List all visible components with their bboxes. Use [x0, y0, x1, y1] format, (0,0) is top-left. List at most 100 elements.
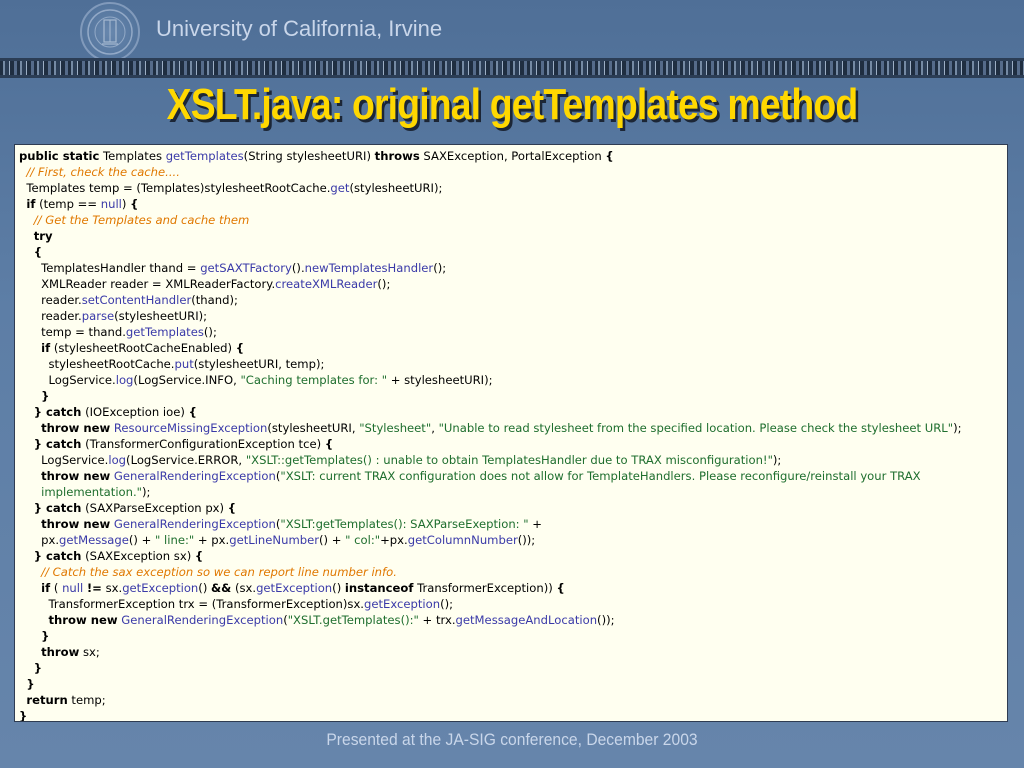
- code-token: null: [100, 197, 122, 211]
- code-token: stylesheetRootCache.: [19, 357, 175, 371]
- code-token: log: [108, 453, 127, 467]
- code-token: "Stylesheet": [359, 421, 432, 435]
- code-token: setContentHandler: [81, 293, 192, 307]
- code-token: // Catch the sax exception so we can rep…: [41, 565, 397, 579]
- code-line: px.getMessage() + " line:" + px.getLineN…: [19, 532, 1007, 548]
- code-token: throws: [374, 149, 420, 163]
- code-token: get: [330, 181, 350, 195]
- code-token: " line:": [155, 533, 195, 547]
- code-token: "Unable to read stylesheet from the spec…: [438, 421, 954, 435]
- code-line: return temp;: [19, 692, 1007, 708]
- code-token: sx;: [79, 645, 100, 659]
- code-token: } catch: [33, 549, 82, 563]
- code-token: return: [26, 693, 68, 707]
- code-token: } catch: [33, 405, 82, 419]
- code-token: public static: [19, 149, 100, 163]
- code-token: (SAXException sx): [81, 549, 195, 563]
- code-token: {: [605, 149, 614, 163]
- code-line: throw new GeneralRenderingException("XSL…: [19, 468, 1007, 484]
- code-token: (temp ==: [35, 197, 101, 211]
- code-line: } catch (IOException ioe) {: [19, 404, 1007, 420]
- code-token: ().: [291, 261, 305, 275]
- code-token: +: [528, 517, 543, 531]
- code-token: +px.: [380, 533, 408, 547]
- code-token: implementation.": [41, 485, 143, 499]
- code-token: (stylesheetURI,: [267, 421, 360, 435]
- code-token: log: [115, 373, 134, 387]
- code-token: getSAXTFactory: [200, 261, 292, 275]
- university-name: University of California, Irvine: [156, 16, 443, 41]
- university-seal-icon: [80, 2, 140, 62]
- code-token: throw new: [48, 613, 118, 627]
- code-token: TransformerException trx = (TransformerE…: [19, 597, 364, 611]
- code-token: (): [198, 581, 212, 595]
- code-token: (SAXParseException px): [81, 501, 228, 515]
- code-token: {: [33, 245, 43, 259]
- code-line: }: [19, 628, 1007, 644]
- code-line: Templates temp = (Templates)stylesheetRo…: [19, 180, 1007, 196]
- slide-title: XSLT.java: original getTemplates method: [166, 80, 859, 129]
- code-token: + trx.: [418, 613, 456, 627]
- code-token: SAXException, PortalException: [419, 149, 606, 163]
- code-token: } catch: [33, 501, 82, 515]
- code-token: if: [41, 341, 51, 355]
- code-line: LogService.log(LogService.INFO, "Caching…: [19, 372, 1007, 388]
- code-line: stylesheetRootCache.put(stylesheetURI, t…: [19, 356, 1007, 372]
- code-token: (LogService.ERROR,: [126, 453, 246, 467]
- code-token: LogService.: [19, 453, 109, 467]
- code-token: }: [33, 661, 43, 675]
- code-token: (thand);: [191, 293, 238, 307]
- code-token: );: [142, 485, 151, 499]
- code-token: GeneralRenderingException: [121, 613, 284, 627]
- code-token: ());: [517, 533, 536, 547]
- code-token: reader.: [19, 293, 82, 307]
- code-token: &&: [211, 581, 232, 595]
- code-line: public static Templates getTemplates(Str…: [19, 148, 1007, 164]
- code-token: (stylesheetURI, temp);: [193, 357, 325, 371]
- code-line: if (temp == null) {: [19, 196, 1007, 212]
- code-line: throw new GeneralRenderingException("XSL…: [19, 516, 1007, 532]
- code-token: ): [121, 197, 131, 211]
- code-token: getTemplates: [125, 325, 204, 339]
- code-token: ();: [440, 597, 454, 611]
- code-line: try: [19, 228, 1007, 244]
- code-line: }: [19, 660, 1007, 676]
- code-line: TransformerException trx = (TransformerE…: [19, 596, 1007, 612]
- code-token: (String stylesheetURI): [243, 149, 375, 163]
- code-token: }: [19, 709, 28, 722]
- code-token: !=: [86, 581, 102, 595]
- code-token: getMessageAndLocation: [455, 613, 598, 627]
- code-token: (TransformerConfigurationException tce): [81, 437, 325, 451]
- code-token: "XSLT: current TRAX configuration does n…: [280, 469, 921, 483]
- code-token: );: [772, 453, 782, 467]
- code-token: getTemplates: [165, 149, 244, 163]
- code-block: public static Templates getTemplates(Str…: [14, 144, 1008, 722]
- code-line: temp = thand.getTemplates();: [19, 324, 1007, 340]
- code-token: getException: [122, 581, 199, 595]
- code-token: TemplatesHandler thand =: [19, 261, 201, 275]
- code-token: {: [235, 341, 245, 355]
- code-token: try: [33, 229, 53, 243]
- code-token: {: [194, 549, 204, 563]
- code-token: throw: [41, 645, 80, 659]
- code-token: Templates temp = (Templates)stylesheetRo…: [19, 181, 331, 195]
- code-token: put: [174, 357, 194, 371]
- code-line: reader.setContentHandler(thand);: [19, 292, 1007, 308]
- code-token: {: [188, 405, 197, 419]
- code-token: ();: [377, 277, 391, 291]
- code-token: newTemplatesHandler: [304, 261, 434, 275]
- code-token: LogService.: [19, 373, 116, 387]
